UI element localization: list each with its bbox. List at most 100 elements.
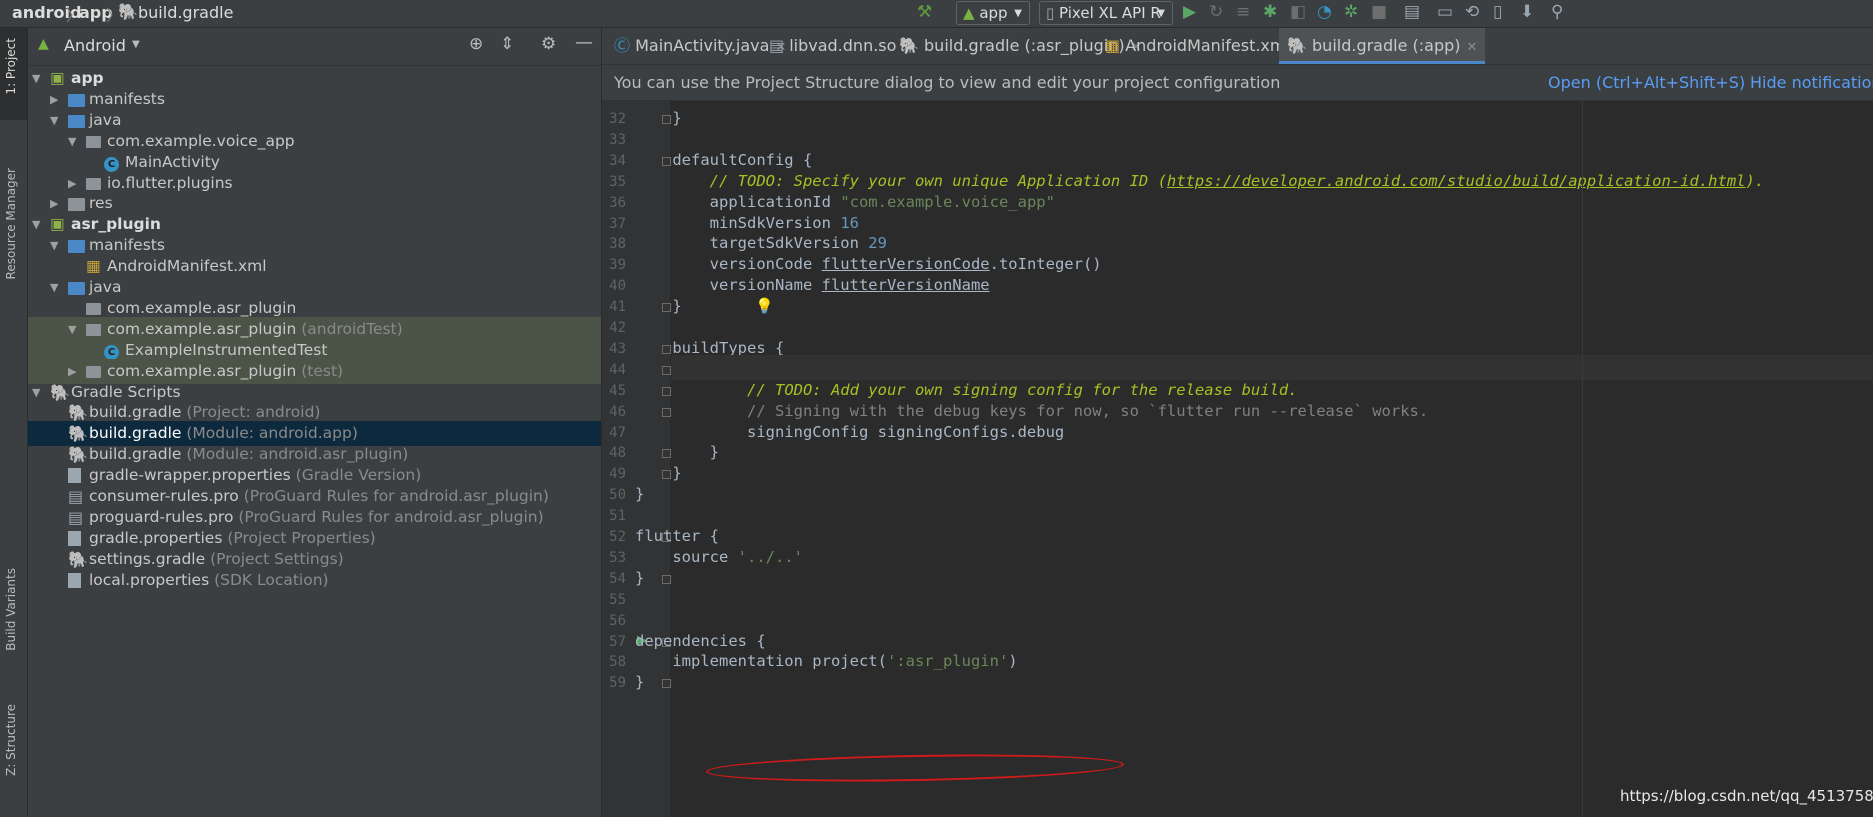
tree-item-hint: (Project: android) xyxy=(181,403,321,422)
tool-tab-resource-manager[interactable]: Resource Manager xyxy=(4,168,18,279)
search-icon[interactable]: ⚲ xyxy=(1551,2,1563,22)
line-number: 35 xyxy=(609,173,626,190)
tree-item-name: io.flutter.plugins xyxy=(107,173,233,192)
terminal-icon[interactable]: ▭ xyxy=(1437,2,1453,22)
line-number: 40 xyxy=(609,278,626,295)
apply-code-changes-icon[interactable]: ≡ xyxy=(1236,2,1250,22)
tool-tab-build-variants[interactable]: Build Variants xyxy=(4,568,18,651)
view-selector[interactable]: Android xyxy=(64,36,126,55)
line-number: 48 xyxy=(609,445,626,462)
line-number: 58 xyxy=(609,654,626,671)
collapse-all-icon[interactable]: ⇕ xyxy=(500,34,514,54)
chevron-down-icon: ▼ xyxy=(1157,8,1165,19)
code-line: // Signing with the debug keys for now, … xyxy=(635,402,1428,420)
editor-tab[interactable]: ▤ libvad.dnn.so ✕ xyxy=(769,28,913,64)
open-project-structure-link[interactable]: Open (Ctrl+Alt+Shift+S) xyxy=(1548,65,1745,100)
tree-item-name: gradle.properties xyxy=(89,528,223,547)
tree-item-name: com.example.asr_plugin xyxy=(107,361,297,380)
line-number: 41 xyxy=(609,299,626,316)
code-token: ':asr_plugin' xyxy=(886,652,1009,671)
device-icon: ▯ xyxy=(1046,4,1055,22)
tool-window-stripe: 1: Project Resource Manager Build Varian… xyxy=(0,28,28,817)
line-number: 51 xyxy=(609,508,626,525)
code-token: } xyxy=(635,568,645,587)
code-token: ). xyxy=(1745,171,1765,190)
chevron-down-icon[interactable]: ▼ xyxy=(132,39,140,50)
code-token: implementation project( xyxy=(635,652,887,671)
locate-icon[interactable]: ⊕ xyxy=(469,34,483,54)
minimize-icon[interactable]: — xyxy=(575,32,593,53)
code-token: // xyxy=(635,171,738,190)
code-token: targetSdkVersion xyxy=(635,234,869,253)
tree-item-name: java xyxy=(89,110,122,129)
run-config-label: app xyxy=(979,4,1008,22)
tree-item-name: res xyxy=(89,194,113,213)
stop-icon[interactable]: ■ xyxy=(1371,2,1387,22)
run-icon[interactable]: ▶ xyxy=(1183,2,1196,22)
attach-debugger-icon[interactable]: ✲ xyxy=(1344,2,1358,22)
editor-tab-label: MainActivity.java xyxy=(635,36,770,55)
breadcrumb-file[interactable]: build.gradle xyxy=(138,3,233,22)
tree-item-name: build.gradle xyxy=(89,445,182,464)
line-number: 52 xyxy=(609,529,626,545)
close-icon[interactable]: ✕ xyxy=(1467,40,1478,55)
tree-item-name: app xyxy=(71,69,104,87)
editor-tab[interactable]: 🐘 build.gradle (:app) ✕ xyxy=(1279,28,1486,64)
line-number: 55 xyxy=(609,591,626,608)
sdk-manager-icon[interactable]: ⬇ xyxy=(1520,2,1534,22)
line-number: 36 xyxy=(609,194,626,211)
device-label: Pixel XL API R xyxy=(1059,4,1161,22)
tree-item-hint: (Project Properties) xyxy=(222,528,376,547)
editor-tab[interactable]: Ⓒ MainActivity.java ✕ xyxy=(614,28,786,64)
tree-item-name: java xyxy=(89,278,122,296)
gear-icon[interactable]: ⚙ xyxy=(541,34,556,54)
line-number: 59 xyxy=(609,675,626,692)
code-token: signingConfig signingConfigs.debug xyxy=(635,422,1065,441)
tree-item-name: gradle-wrapper.properties xyxy=(89,466,291,485)
device-combo[interactable]: ▯ Pixel XL API R ▼ xyxy=(1039,1,1173,25)
tree-item-name: com.example.asr_plugin xyxy=(107,298,297,317)
code-area[interactable]: } defaultConfig { // TODO: Specify your … xyxy=(635,101,1873,817)
tool-tab-structure[interactable]: Z: Structure xyxy=(4,704,18,776)
code-line: flutter { xyxy=(635,527,719,545)
line-number: 47 xyxy=(609,424,626,441)
fold-marker-icon[interactable] xyxy=(662,679,671,689)
tree-item[interactable]: local.properties (SDK Location) xyxy=(28,568,601,593)
avd-manager-icon[interactable]: ▯ xyxy=(1493,2,1502,22)
line-number: 34 xyxy=(609,152,626,169)
debug-icon[interactable]: ✱ xyxy=(1263,2,1277,22)
tree-item-hint: (SDK Location) xyxy=(209,570,329,589)
editor-tab[interactable]: ▦ AndroidManifest.xml✕ xyxy=(1105,28,1307,64)
project-structure-icon[interactable]: ▤ xyxy=(1404,2,1420,22)
tree-item-name: ExampleInstrumentedTest xyxy=(125,340,328,359)
profile-icon[interactable]: ◔ xyxy=(1317,2,1332,22)
run-config-combo[interactable]: ▲ app ▼ xyxy=(956,1,1030,25)
tree-item-hint: (ProGuard Rules for android.asr_plugin) xyxy=(238,487,549,505)
tree-item-hint: (Gradle Version) xyxy=(290,466,422,485)
code-token: ) xyxy=(1008,652,1018,671)
line-number: 56 xyxy=(609,612,626,629)
hide-notification-link[interactable]: Hide notification xyxy=(1750,65,1873,100)
code-line: // TODO: Add your own signing config for… xyxy=(635,381,1298,399)
editor-tab-label: build.gradle (:app) xyxy=(1312,36,1461,55)
code-line: } xyxy=(635,569,644,587)
tool-tab-project[interactable]: 1: Project xyxy=(4,38,18,95)
build-hammer-icon[interactable]: ⚒ xyxy=(917,2,932,22)
tree-item-name: com.example.voice_app xyxy=(107,131,295,150)
apply-changes-icon[interactable]: ↻ xyxy=(1209,2,1223,22)
code-line: defaultConfig { xyxy=(635,151,812,169)
project-panel: ▲ Android ▼ ⊕ ⇕ ⚙ — ▼ ▣ app ▶ manifests ▼ java… xyxy=(28,28,601,817)
coverage-icon[interactable]: ◧ xyxy=(1290,2,1306,22)
fold-marker-icon[interactable] xyxy=(662,574,671,584)
tree-item-name: asr_plugin xyxy=(71,215,161,234)
project-panel-header: ▲ Android ▼ ⊕ ⇕ ⚙ — xyxy=(28,28,601,66)
watermark: https://blog.csdn.net/qq_45137584 xyxy=(1620,787,1873,805)
code-token: applicationId xyxy=(635,192,841,211)
tree-item-name: manifests xyxy=(89,89,165,108)
tree-item-label: local.properties (SDK Location) xyxy=(89,568,329,593)
notification-message: You can use the Project Structure dialog… xyxy=(614,73,1281,92)
intention-bulb-icon[interactable]: 💡 xyxy=(755,297,774,315)
code-token: dependencies { xyxy=(635,631,766,650)
sync-gradle-icon[interactable]: ⟲ xyxy=(1465,2,1479,22)
code-token: } xyxy=(635,673,645,692)
